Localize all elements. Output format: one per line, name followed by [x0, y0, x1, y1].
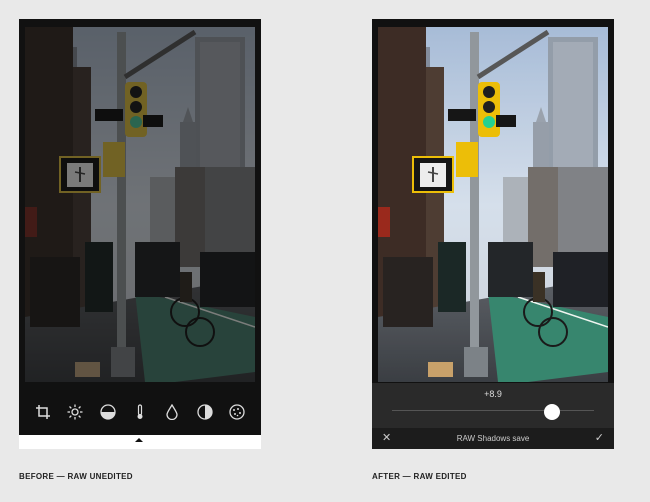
slider-value: +8.9	[484, 389, 502, 399]
adjustment-bottom-bar: ✕ RAW Shadows save ✓	[372, 428, 614, 449]
confirm-button[interactable]: ✓	[595, 431, 604, 444]
contrast-icon[interactable]	[194, 401, 216, 423]
crop-icon[interactable]	[32, 401, 54, 423]
adjustment-slider-knob[interactable]	[543, 404, 560, 420]
before-photo	[25, 27, 255, 382]
after-photo	[378, 27, 608, 382]
after-caption: AFTER — RAW EDITED	[372, 472, 467, 481]
brightness-icon[interactable]	[64, 401, 86, 423]
adjustment-panel: +8.9 ✕ RAW Shadows save ✓	[372, 383, 614, 449]
adjustment-slider-track[interactable]	[392, 410, 594, 411]
chevron-up-icon	[135, 438, 143, 442]
temperature-icon[interactable]	[129, 401, 151, 423]
before-phone-frame	[19, 19, 261, 449]
adjustment-label: RAW Shadows save	[456, 434, 530, 443]
after-phone-frame: +8.9 ✕ RAW Shadows save ✓	[372, 19, 614, 449]
exposure-icon[interactable]	[97, 401, 119, 423]
edit-toolbar	[19, 391, 261, 433]
tools-tray-toggle[interactable]	[19, 435, 261, 449]
grain-icon[interactable]	[226, 401, 248, 423]
saturation-drop-icon[interactable]	[161, 401, 183, 423]
before-caption: BEFORE — RAW UNEDITED	[19, 472, 133, 481]
